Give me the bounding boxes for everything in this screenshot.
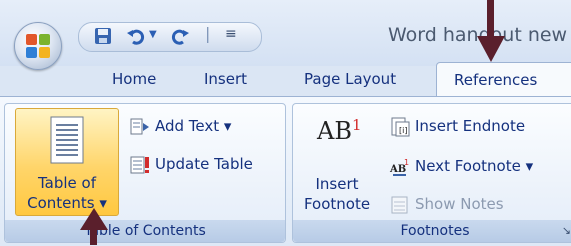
office-logo-icon <box>26 34 50 58</box>
pointer-arrow-bottom-icon <box>80 208 108 230</box>
tab-insert[interactable]: Insert <box>204 70 247 88</box>
insert-footnote-button[interactable]: AB1 Insert Footnote <box>295 108 379 216</box>
add-text-icon <box>130 118 149 135</box>
add-text-label: Add Text ▾ <box>155 117 232 135</box>
insert-footnote-label-line2: Footnote <box>303 195 371 213</box>
table-of-contents-group: Table of Contents ▾ Add Text ▾ Update Ta… <box>4 103 286 243</box>
svg-text:[i]: [i] <box>399 126 407 135</box>
ab-superscript: 1 <box>351 116 362 134</box>
redo-icon[interactable] <box>171 26 191 46</box>
update-table-label: Update Table <box>155 155 253 173</box>
quick-access-toolbar: ▼ | ≡ <box>78 22 262 52</box>
footnotes-group: AB1 Insert Footnote [i] Insert Endnote A… <box>292 103 571 243</box>
pointer-arrow-top-icon <box>477 36 505 62</box>
insert-endnote-icon: [i] <box>391 117 410 137</box>
qat-customize-icon[interactable]: ≡ <box>225 26 237 42</box>
pointer-arrow-top-shaft <box>487 0 494 40</box>
ab-glyph: AB <box>317 117 352 145</box>
tab-page-layout[interactable]: Page Layout <box>304 70 396 88</box>
footnotes-group-label-text: Footnotes <box>400 223 470 239</box>
insert-footnote-label-line1: Insert <box>315 175 359 193</box>
next-footnote-label: Next Footnote ▾ <box>415 157 534 175</box>
save-icon[interactable] <box>93 26 113 46</box>
undo-dropdown-icon[interactable]: ▼ <box>149 29 157 40</box>
tab-home[interactable]: Home <box>112 70 156 88</box>
tab-references[interactable]: References <box>436 62 571 97</box>
svg-text:1: 1 <box>404 158 409 167</box>
footnotes-group-label: Footnotes ↘ <box>293 220 571 242</box>
update-table-icon <box>130 156 149 174</box>
next-footnote-icon: AB 1 <box>389 158 409 176</box>
toc-button-label-line1: Table of <box>37 174 96 192</box>
tab-references-label: References <box>454 71 538 89</box>
footnotes-dialog-launcher-icon[interactable]: ↘ <box>562 220 571 242</box>
document-list-icon <box>50 116 84 164</box>
ribbon-tabs: Home Insert Page Layout References <box>0 62 571 97</box>
show-notes-icon <box>391 196 408 214</box>
undo-icon[interactable] <box>125 26 145 46</box>
insert-footnote-icon: AB1 <box>317 116 362 145</box>
table-of-contents-group-label: Table of Contents <box>5 220 285 242</box>
show-notes-label: Show Notes <box>415 195 504 213</box>
qat-separator: | <box>205 24 211 43</box>
insert-endnote-label: Insert Endnote <box>415 117 526 135</box>
pointer-arrow-bottom-shaft <box>90 228 97 245</box>
table-of-contents-button[interactable]: Table of Contents ▾ <box>15 108 119 216</box>
office-button[interactable] <box>14 22 62 70</box>
